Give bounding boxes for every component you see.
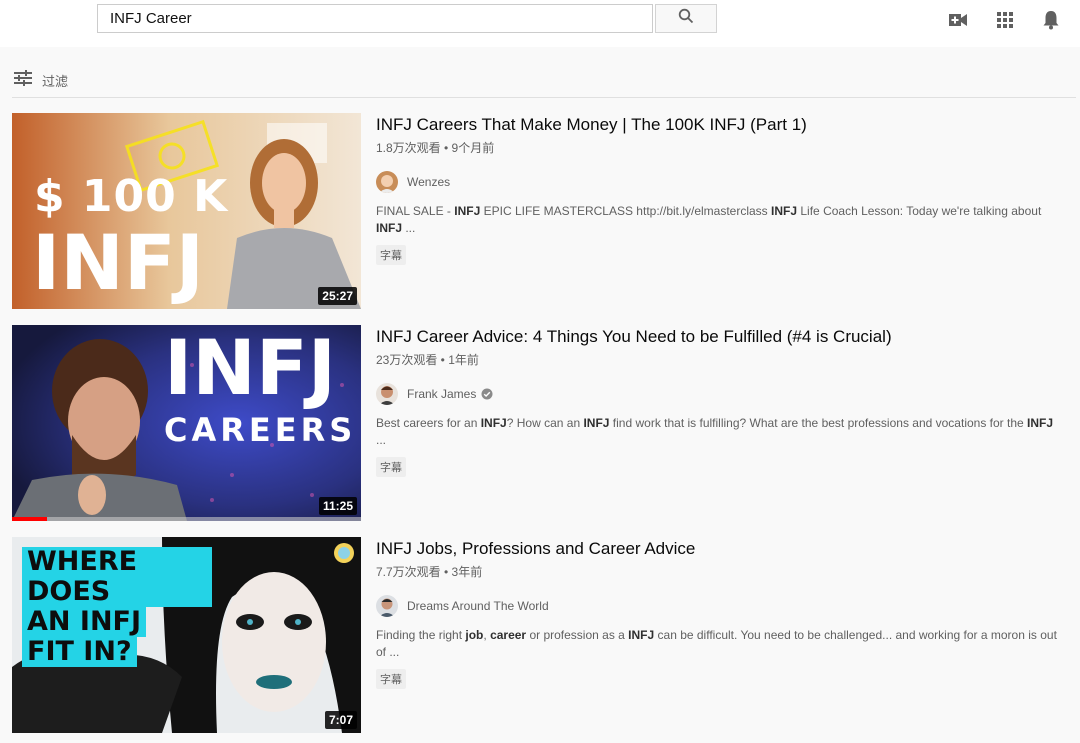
channel-name[interactable]: Frank James [407, 387, 476, 401]
description-segment: Finding the right [376, 628, 466, 642]
bell-icon[interactable] [1041, 10, 1061, 30]
video-thumbnail[interactable]: INFJ CAREERS 11:25 [12, 325, 361, 521]
progress-track [12, 517, 361, 521]
description-segment: find work that is fulfilling? What are t… [609, 416, 1028, 430]
description-segment: job [465, 628, 484, 642]
filter-label: 过滤 [42, 73, 69, 89]
channel-name[interactable]: Dreams Around The World [407, 599, 549, 613]
description-segment: INFJ [583, 416, 610, 430]
video-meta: 23万次观看 • 1年前 [376, 353, 479, 367]
video-result[interactable]: $ 100 K INFJ 25:27 INFJ Careers That Mak… [12, 113, 1076, 309]
channel-name[interactable]: Wenzes [407, 175, 450, 189]
channel-link[interactable]: Frank James [376, 383, 1076, 405]
description-segment: Life Coach Lesson: Today we're talking a… [797, 204, 1042, 218]
description-segment: INFJ [480, 416, 507, 430]
video-meta: 1.8万次观看 • 9个月前 [376, 141, 495, 155]
video-description: Finding the right job, career or profess… [376, 627, 1066, 661]
description-segment: ... [376, 433, 387, 447]
description-segment: career [490, 628, 527, 642]
filter-button[interactable]: 过滤 [14, 69, 69, 91]
description-segment: INFJ [628, 628, 655, 642]
video-duration: 11:25 [318, 497, 357, 515]
channel-link[interactable]: Dreams Around The World [376, 595, 1076, 617]
video-camera-plus-icon[interactable] [948, 10, 968, 30]
thumbnail-text: CAREERS [164, 411, 357, 449]
video-thumbnail[interactable]: WHERE DOES AN INFJ FIT IN? 7:07 [12, 537, 361, 733]
thumbnail-text: $ 100 K [34, 171, 229, 222]
video-title[interactable]: INFJ Careers That Make Money | The 100K … [376, 114, 1076, 136]
avatar[interactable] [376, 171, 398, 193]
thumbnail-text: FIT IN? [22, 637, 137, 667]
apps-grid-icon[interactable] [995, 10, 1015, 30]
search-icon [678, 8, 694, 29]
thumbnail-text: INFJ [164, 325, 337, 412]
video-duration: 7:07 [324, 711, 357, 729]
video-result[interactable]: WHERE DOES AN INFJ FIT IN? 7:07 INFJ Job… [12, 537, 1076, 733]
description-segment: FINAL SALE - [376, 204, 455, 218]
video-info: INFJ Career Advice: 4 Things You Need to… [376, 325, 1076, 477]
divider [12, 97, 1076, 98]
description-segment: INFJ [771, 204, 798, 218]
search-input[interactable]: INFJ Career [97, 4, 653, 33]
video-title[interactable]: INFJ Career Advice: 4 Things You Need to… [376, 326, 1076, 348]
avatar[interactable] [376, 383, 398, 405]
filter-sliders-icon [14, 69, 32, 91]
thumbnail-caption: WHERE DOES AN INFJ FIT IN? [22, 547, 212, 667]
search-button[interactable] [655, 4, 717, 33]
video-thumbnail[interactable]: $ 100 K INFJ 25:27 [12, 113, 361, 309]
video-title[interactable]: INFJ Jobs, Professions and Career Advice [376, 538, 1076, 560]
description-segment: INFJ [1027, 416, 1054, 430]
video-description: FINAL SALE - INFJ EPIC LIFE MASTERCLASS … [376, 203, 1066, 237]
thumbnail-text: WHERE DOES [22, 547, 212, 607]
video-info: INFJ Careers That Make Money | The 100K … [376, 113, 1076, 265]
video-description: Best careers for an INFJ? How can an INF… [376, 415, 1066, 449]
description-segment: Best careers for an [376, 416, 481, 430]
video-duration: 25:27 [318, 287, 357, 305]
thumbnail-text: AN INFJ [22, 607, 147, 637]
subtitles-badge: 字幕 [376, 245, 406, 265]
description-segment: INFJ [454, 204, 481, 218]
subtitles-badge: 字幕 [376, 457, 406, 477]
subtitles-badge: 字幕 [376, 669, 406, 689]
description-segment: ... [402, 221, 416, 235]
video-meta: 7.7万次观看 • 3年前 [376, 565, 483, 579]
video-result[interactable]: INFJ CAREERS 11:25 INFJ Career Advice: 4… [12, 325, 1076, 521]
top-bar: INFJ Career [0, 0, 1080, 47]
avatar[interactable] [376, 595, 398, 617]
description-segment: or profession as a [526, 628, 629, 642]
description-segment: INFJ [376, 221, 403, 235]
description-segment: ? How can an [506, 416, 584, 430]
channel-link[interactable]: Wenzes [376, 171, 1076, 193]
description-segment: EPIC LIFE MASTERCLASS http://bit.ly/elma… [480, 204, 772, 218]
thumbnail-text: INFJ [32, 218, 205, 307]
verified-check-icon [481, 388, 493, 400]
video-info: INFJ Jobs, Professions and Career Advice… [376, 537, 1076, 689]
watched-progress-bar [12, 517, 47, 521]
